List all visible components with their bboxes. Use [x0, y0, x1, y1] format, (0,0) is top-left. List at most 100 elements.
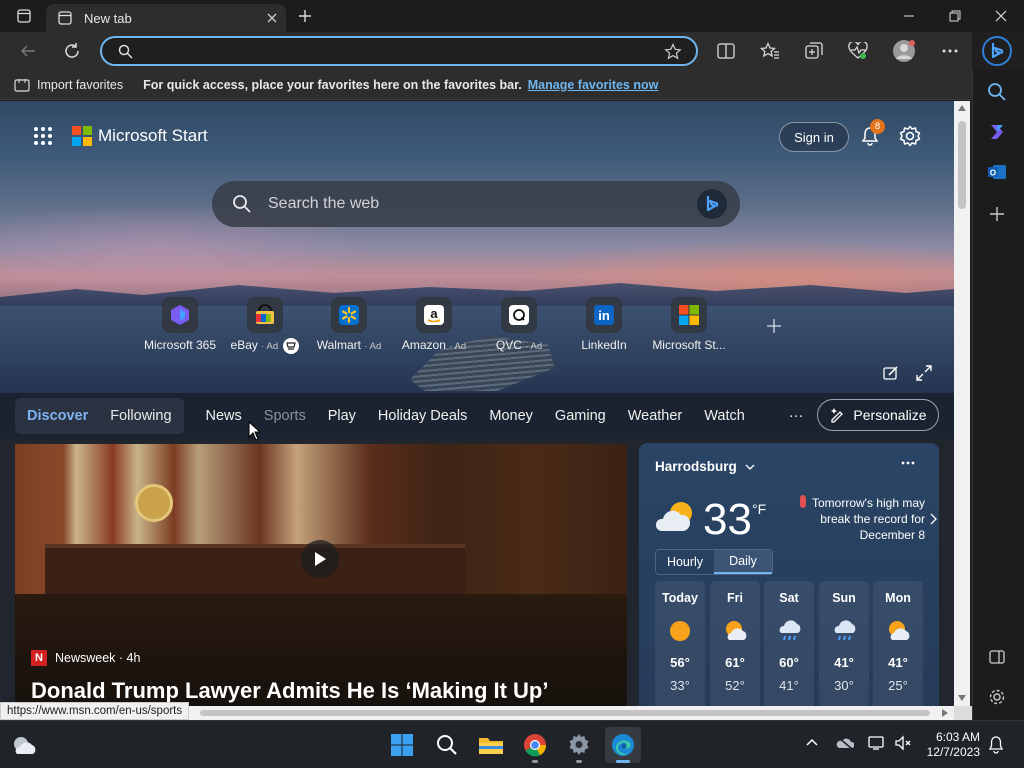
forecast-day-name: Sat	[779, 591, 799, 605]
customize-background-icon[interactable]	[883, 365, 899, 381]
search-icon[interactable]	[987, 82, 1007, 102]
amazon-icon: a	[416, 297, 452, 333]
news-source-label: Newsweek · 4h	[55, 651, 141, 665]
chrome-icon[interactable]	[517, 727, 553, 763]
sign-in-button[interactable]: Sign in	[779, 122, 849, 152]
close-tab-icon[interactable]	[266, 12, 278, 24]
page-settings-gear-icon[interactable]	[899, 125, 921, 147]
vertical-scroll-thumb[interactable]	[958, 121, 966, 209]
quick-link-amazon[interactable]: a Amazon · Ad	[389, 297, 479, 352]
notifications-bell-icon[interactable]: 8	[860, 119, 885, 146]
more-options-icon[interactable]	[936, 38, 964, 64]
close-window-button[interactable]	[978, 0, 1024, 32]
taskbar-clock[interactable]: 6:03 AM 12/7/2023	[922, 730, 980, 760]
forecast-day[interactable]: Fri 61° 52°	[710, 581, 760, 706]
profile-avatar[interactable]	[890, 38, 918, 64]
news-headline[interactable]: Donald Trump Lawyer Admits He Is ‘Making…	[31, 678, 548, 704]
edge-sidebar: O	[972, 70, 1024, 720]
split-screen-icon[interactable]	[712, 38, 740, 64]
weather-location[interactable]: Harrodsburg	[655, 459, 755, 474]
sidebar-panel-icon[interactable]	[989, 650, 1005, 664]
search-icon[interactable]	[429, 727, 465, 763]
notification-center-bell-icon[interactable]	[988, 736, 1004, 754]
weather-card[interactable]: Harrodsburg 33 °F Tomorrow's high may br…	[639, 443, 939, 706]
browser-essentials-icon[interactable]	[844, 38, 872, 64]
tab-hourly[interactable]: Hourly	[656, 550, 714, 574]
tab-actions-icon[interactable]	[2, 0, 46, 32]
walmart-icon	[331, 297, 367, 333]
nav-item-watch[interactable]: Watch	[704, 408, 745, 424]
ad-label: · Ad	[525, 341, 543, 352]
title-bar: New tab	[0, 0, 1024, 32]
quick-link-ebay[interactable]: eBay · Ad	[220, 297, 310, 354]
collections-icon[interactable]	[800, 38, 828, 64]
quick-link-walmart[interactable]: Walmart · Ad	[304, 297, 394, 352]
tab-daily[interactable]: Daily	[714, 550, 772, 574]
nav-item-sports[interactable]: Sports	[264, 408, 306, 424]
restore-button[interactable]	[932, 0, 978, 32]
weather-widget-icon[interactable]	[6, 727, 42, 763]
address-bar[interactable]	[100, 36, 698, 66]
favorite-star-icon[interactable]	[664, 43, 682, 61]
copilot-bing-button[interactable]	[978, 34, 1016, 68]
forecast-day[interactable]: Sat 60° 41°	[764, 581, 814, 706]
news-card[interactable]: N Newsweek · 4h Donald Trump Lawyer Admi…	[15, 444, 627, 706]
nav-item-money[interactable]: Money	[489, 408, 533, 424]
thermometer-icon	[800, 495, 806, 508]
sidebar-settings-icon[interactable]	[988, 688, 1006, 706]
forecast-day[interactable]: Today 56° 33°	[655, 581, 705, 706]
play-video-button[interactable]	[301, 540, 339, 578]
nav-item-weather[interactable]: Weather	[628, 408, 683, 424]
microsoft-365-icon	[162, 297, 198, 333]
sun-icon	[668, 619, 692, 643]
forecast-day[interactable]: Mon 41° 25°	[873, 581, 923, 706]
onedrive-icon[interactable]	[836, 736, 854, 750]
fullscreen-expand-icon[interactable]	[916, 365, 932, 381]
tab-following[interactable]: Following	[110, 408, 171, 424]
bing-search-icon[interactable]	[696, 188, 728, 220]
quick-link-qvc[interactable]: QVC · Ad	[474, 297, 564, 352]
nav-more-button[interactable]: ···	[789, 408, 804, 424]
quick-link-microsoft-store[interactable]: Microsoft St...	[644, 297, 734, 352]
outlook-icon[interactable]: O	[987, 162, 1007, 182]
import-favorites-button[interactable]: Import favorites	[14, 78, 123, 92]
start-button-icon[interactable]	[384, 727, 420, 763]
microsoft-logo-icon	[72, 126, 92, 146]
weather-more-icon[interactable]	[901, 461, 915, 465]
tab-new-tab[interactable]: New tab	[46, 4, 286, 32]
quick-link-linkedin[interactable]: in LinkedIn	[559, 297, 649, 352]
horizontal-scroll-thumb[interactable]	[200, 710, 930, 716]
minimize-button[interactable]	[886, 0, 932, 32]
back-button[interactable]	[14, 38, 42, 64]
quick-link-label: Amazon	[401, 338, 446, 352]
web-search-box[interactable]: Search the web	[212, 181, 740, 227]
apps-grid-icon[interactable]	[33, 126, 53, 146]
new-tab-page: Microsoft Start Sign in 8 Search the web…	[0, 101, 954, 706]
refresh-button[interactable]	[58, 38, 86, 64]
edge-icon[interactable]	[605, 727, 641, 763]
nav-item-holiday-deals[interactable]: Holiday Deals	[378, 408, 467, 424]
volume-muted-icon[interactable]	[894, 735, 912, 751]
file-explorer-icon[interactable]	[473, 727, 509, 763]
copilot-icon[interactable]	[987, 122, 1007, 142]
microsoft-start-logo[interactable]: Microsoft Start	[72, 126, 208, 146]
personalize-button[interactable]: Personalize	[817, 399, 939, 431]
manage-favorites-link[interactable]: Manage favorites now	[528, 78, 659, 92]
add-quick-link-icon[interactable]	[766, 318, 782, 334]
new-tab-button[interactable]	[282, 0, 328, 32]
nav-item-gaming[interactable]: Gaming	[555, 408, 606, 424]
favorites-icon[interactable]	[756, 38, 784, 64]
weather-alert[interactable]: Tomorrow's high may break the record for…	[789, 495, 937, 543]
import-favorites-label: Import favorites	[37, 77, 124, 92]
add-tool-icon[interactable]	[989, 206, 1005, 222]
network-icon[interactable]	[868, 735, 886, 751]
import-icon	[14, 78, 30, 92]
chevron-up-icon[interactable]	[806, 738, 818, 746]
nav-item-news[interactable]: News	[206, 408, 242, 424]
forecast-day[interactable]: Sun 41° 30°	[819, 581, 869, 706]
quick-link-microsoft-365[interactable]: Microsoft 365	[135, 297, 225, 352]
tab-discover[interactable]: Discover	[27, 408, 88, 424]
nav-item-play[interactable]: Play	[328, 408, 356, 424]
settings-gear-icon[interactable]	[561, 727, 597, 763]
vertical-scrollbar[interactable]	[954, 101, 970, 706]
